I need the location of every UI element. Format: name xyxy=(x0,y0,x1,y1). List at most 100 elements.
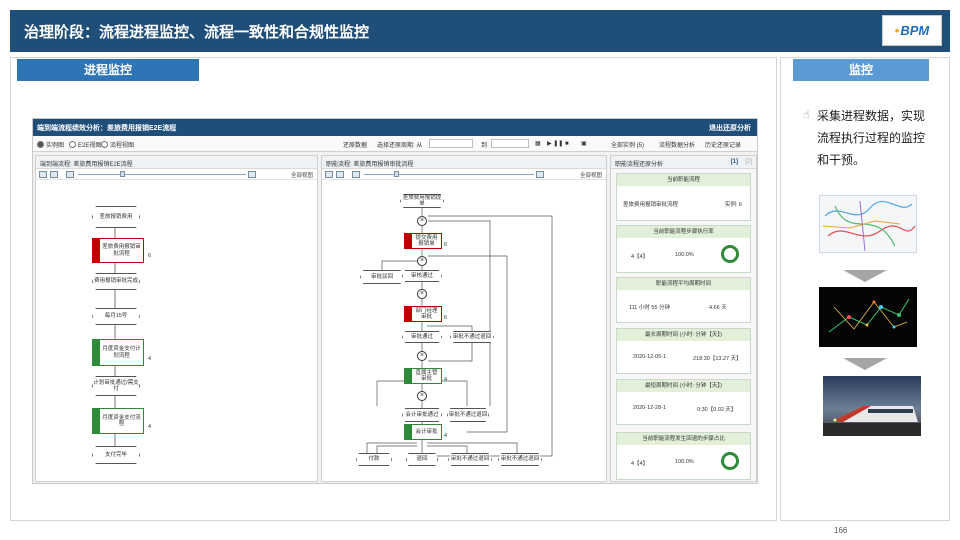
stat-card-header: 当前职能流程 xyxy=(617,174,750,186)
completion-ring-icon xyxy=(721,452,739,470)
stat-right-value: 100.0% xyxy=(675,459,694,465)
flow-task[interactable]: 会计审批 xyxy=(404,424,442,440)
flow-node[interactable]: 审核通过 xyxy=(402,270,442,282)
flow-node[interactable]: 付款 xyxy=(356,453,392,466)
restore-data-button[interactable]: 还原数据 xyxy=(343,140,367,149)
task-count: 6 xyxy=(444,242,448,248)
period-to-input[interactable] xyxy=(491,139,529,148)
train-image xyxy=(823,376,921,436)
flow-node[interactable]: 审批不通过退回 xyxy=(448,453,492,466)
gateway-icon: × xyxy=(417,391,427,401)
flow-task[interactable]: 部门经理审批 xyxy=(404,306,442,322)
stat-card: 当前职能流程步骤执行率 4【4】 100.0% xyxy=(616,225,751,273)
task-status-bar xyxy=(93,340,100,365)
page-title: 治理阶段：流程进程监控、流程一致性和合规性监控 xyxy=(24,23,370,41)
save-icon[interactable]: ▣ xyxy=(581,140,587,147)
gateway-icon: × xyxy=(417,216,427,226)
task-status-bar xyxy=(405,307,412,321)
stat-right-value: 0:30【0.02 天】 xyxy=(697,407,737,413)
bpm-logo: BPM xyxy=(882,15,942,46)
stat-card-header: 当前职能流程步骤执行率 xyxy=(617,226,750,238)
pointing-hand-icon: ☝ xyxy=(803,108,810,121)
restore-analysis-pane-title: 职能流程还原分析 xyxy=(615,162,664,168)
pager-next[interactable]: [2] xyxy=(745,159,752,165)
view-radio-e2e[interactable]: E2E视图 xyxy=(69,140,101,149)
functional-flow-connectors xyxy=(366,208,553,457)
functional-flow-pane: 职能流程: 差旅费用报销审批流程 全部视图 差旅费用报销提单 × 提交费用报销单… xyxy=(321,155,607,482)
task-status-bar xyxy=(405,369,412,383)
flow-node[interactable]: 支付完毕 xyxy=(92,446,140,464)
restore-analysis-pane-header: 职能流程还原分析 [1] [2] xyxy=(611,156,756,169)
task-count: 4 xyxy=(148,356,152,362)
flow-node[interactable]: 每月15号 xyxy=(92,308,140,325)
flow-node[interactable]: 计划审批通过/需支付 xyxy=(92,376,140,396)
gateway-icon: × xyxy=(417,351,427,361)
app-title: 端到端流程绩效分析：差旅费用报销E2E流程 xyxy=(37,125,177,132)
stat-left-value: 2020-12-28-1 xyxy=(633,405,667,411)
restore-analysis-pane: 职能流程还原分析 [1] [2] 当前职能流程 差旅费用报销审批流程 实例: 6… xyxy=(610,155,757,482)
calendar-icon[interactable]: ▦ xyxy=(535,140,541,147)
logo-text: BPM xyxy=(883,23,941,38)
stat-card: 职能流程平均周期时间 111 小时 55 分钟 4.66 天 xyxy=(616,277,751,323)
flow-node[interactable]: 会计审批通过 xyxy=(402,408,442,422)
flow-task[interactable]: 直属主管审批 xyxy=(404,368,442,384)
flow-node[interactable]: 费用报销审批完成 xyxy=(92,273,140,290)
flow-node[interactable]: 差旅报销费用 xyxy=(92,206,140,228)
flow-task[interactable]: 月度资金支付流程 xyxy=(92,408,144,434)
flow-node[interactable]: 审批不通过退回 xyxy=(450,331,494,343)
flow-node[interactable]: 退回 xyxy=(406,453,438,466)
stat-right-value: 4.66 天 xyxy=(709,305,727,311)
task-status-bar xyxy=(93,239,100,262)
flow-task[interactable]: 月度资金支付计划流程 xyxy=(92,339,144,366)
flow-node[interactable]: 审批不通过退回 xyxy=(447,408,489,422)
header-bar: 治理阶段：流程进程监控、流程一致性和合规性监控 BPM xyxy=(10,10,950,52)
stat-card: 最长周期时间 (小时: 分钟【天】) 2020-12-05-1 218:30【1… xyxy=(616,328,751,374)
task-count: 4 xyxy=(444,433,448,439)
stat-left-value: 差旅费用报销审批流程 xyxy=(623,202,679,208)
play-controls-icon[interactable]: ▶ ❚❚ ■ xyxy=(547,140,569,147)
stat-left-value: 2020-12-05-1 xyxy=(633,354,667,360)
flow-node[interactable]: 审批不通过退回 xyxy=(498,453,542,466)
process-monitoring-tag: 进程监控 xyxy=(17,59,199,81)
app-title-bar: 端到端流程绩效分析：差旅费用报销E2E流程 退出还原分析 xyxy=(33,119,757,136)
exit-restore-analysis-button[interactable]: 退出还原分析 xyxy=(709,123,751,133)
flow-task-label: 月度资金支付流程 xyxy=(102,414,141,427)
monitoring-tag: 监控 xyxy=(793,59,929,81)
flow-task-label: 月度资金支付计划流程 xyxy=(102,346,141,359)
page-number: 166 xyxy=(834,526,848,535)
process-data-analysis-button[interactable]: 流程数据分析 xyxy=(659,140,695,149)
flow-node[interactable]: 审批通过 xyxy=(402,331,442,343)
down-arrow-icon xyxy=(843,358,887,370)
view-radio-instance[interactable]: 实例图 xyxy=(37,140,64,149)
flow-task-label: 差旅费用报销审批流程 xyxy=(102,244,141,257)
period-from-input[interactable] xyxy=(429,139,473,148)
task-status-bar xyxy=(93,409,100,433)
task-status-bar xyxy=(405,234,412,248)
gateway-icon: × xyxy=(417,256,427,266)
network-graph-image xyxy=(819,287,917,347)
pager-current[interactable]: [1] xyxy=(731,159,738,165)
monitoring-panel: 监控 ☝ 采集进程数据，实现流程执行过程的监控和干预。 xyxy=(780,57,950,521)
flow-node[interactable]: 差旅费用报销提单 xyxy=(400,194,444,208)
all-instances-dropdown[interactable]: 全部实例 (5) xyxy=(611,140,644,149)
flow-task-label: 直属主管审批 xyxy=(415,369,438,382)
task-status-bar xyxy=(405,425,412,439)
task-count: 4 xyxy=(444,377,448,383)
flow-task[interactable]: 差旅费用报销审批流程 xyxy=(92,238,144,263)
flow-task[interactable]: 提交费用报销单 xyxy=(404,233,442,249)
stat-right-value: 218:30【13.27 天】 xyxy=(693,356,742,362)
stat-card: 最短周期时间 (小时: 分钟【天】) 2020-12-28-1 0:30【0.0… xyxy=(616,379,751,425)
task-count: 6 xyxy=(148,253,152,259)
flow-node[interactable]: 审批驳回 xyxy=(360,270,404,284)
stat-card-header: 最长周期时间 (小时: 分钟【天】) xyxy=(617,329,750,341)
stat-card-header: 最短周期时间 (小时: 分钟【天】) xyxy=(617,380,750,392)
view-radio-process[interactable]: 流程视图 xyxy=(101,140,134,149)
monitoring-description: 采集进程数据，实现流程执行过程的监控和干预。 xyxy=(817,109,926,167)
flow-task-label: 部门经理审批 xyxy=(415,307,438,320)
stat-card: 当前职能流程发生回退的步骤占比 4【4】 100.0% xyxy=(616,432,751,480)
gateway-icon: × xyxy=(417,289,427,299)
stat-right-value: 实例: 6 xyxy=(724,202,742,208)
stat-card-header: 当前职能流程发生回退的步骤占比 xyxy=(617,433,750,445)
history-restore-record-button[interactable]: 历史还原记录 xyxy=(705,140,741,149)
stat-left-value: 4【4】 xyxy=(631,461,649,467)
